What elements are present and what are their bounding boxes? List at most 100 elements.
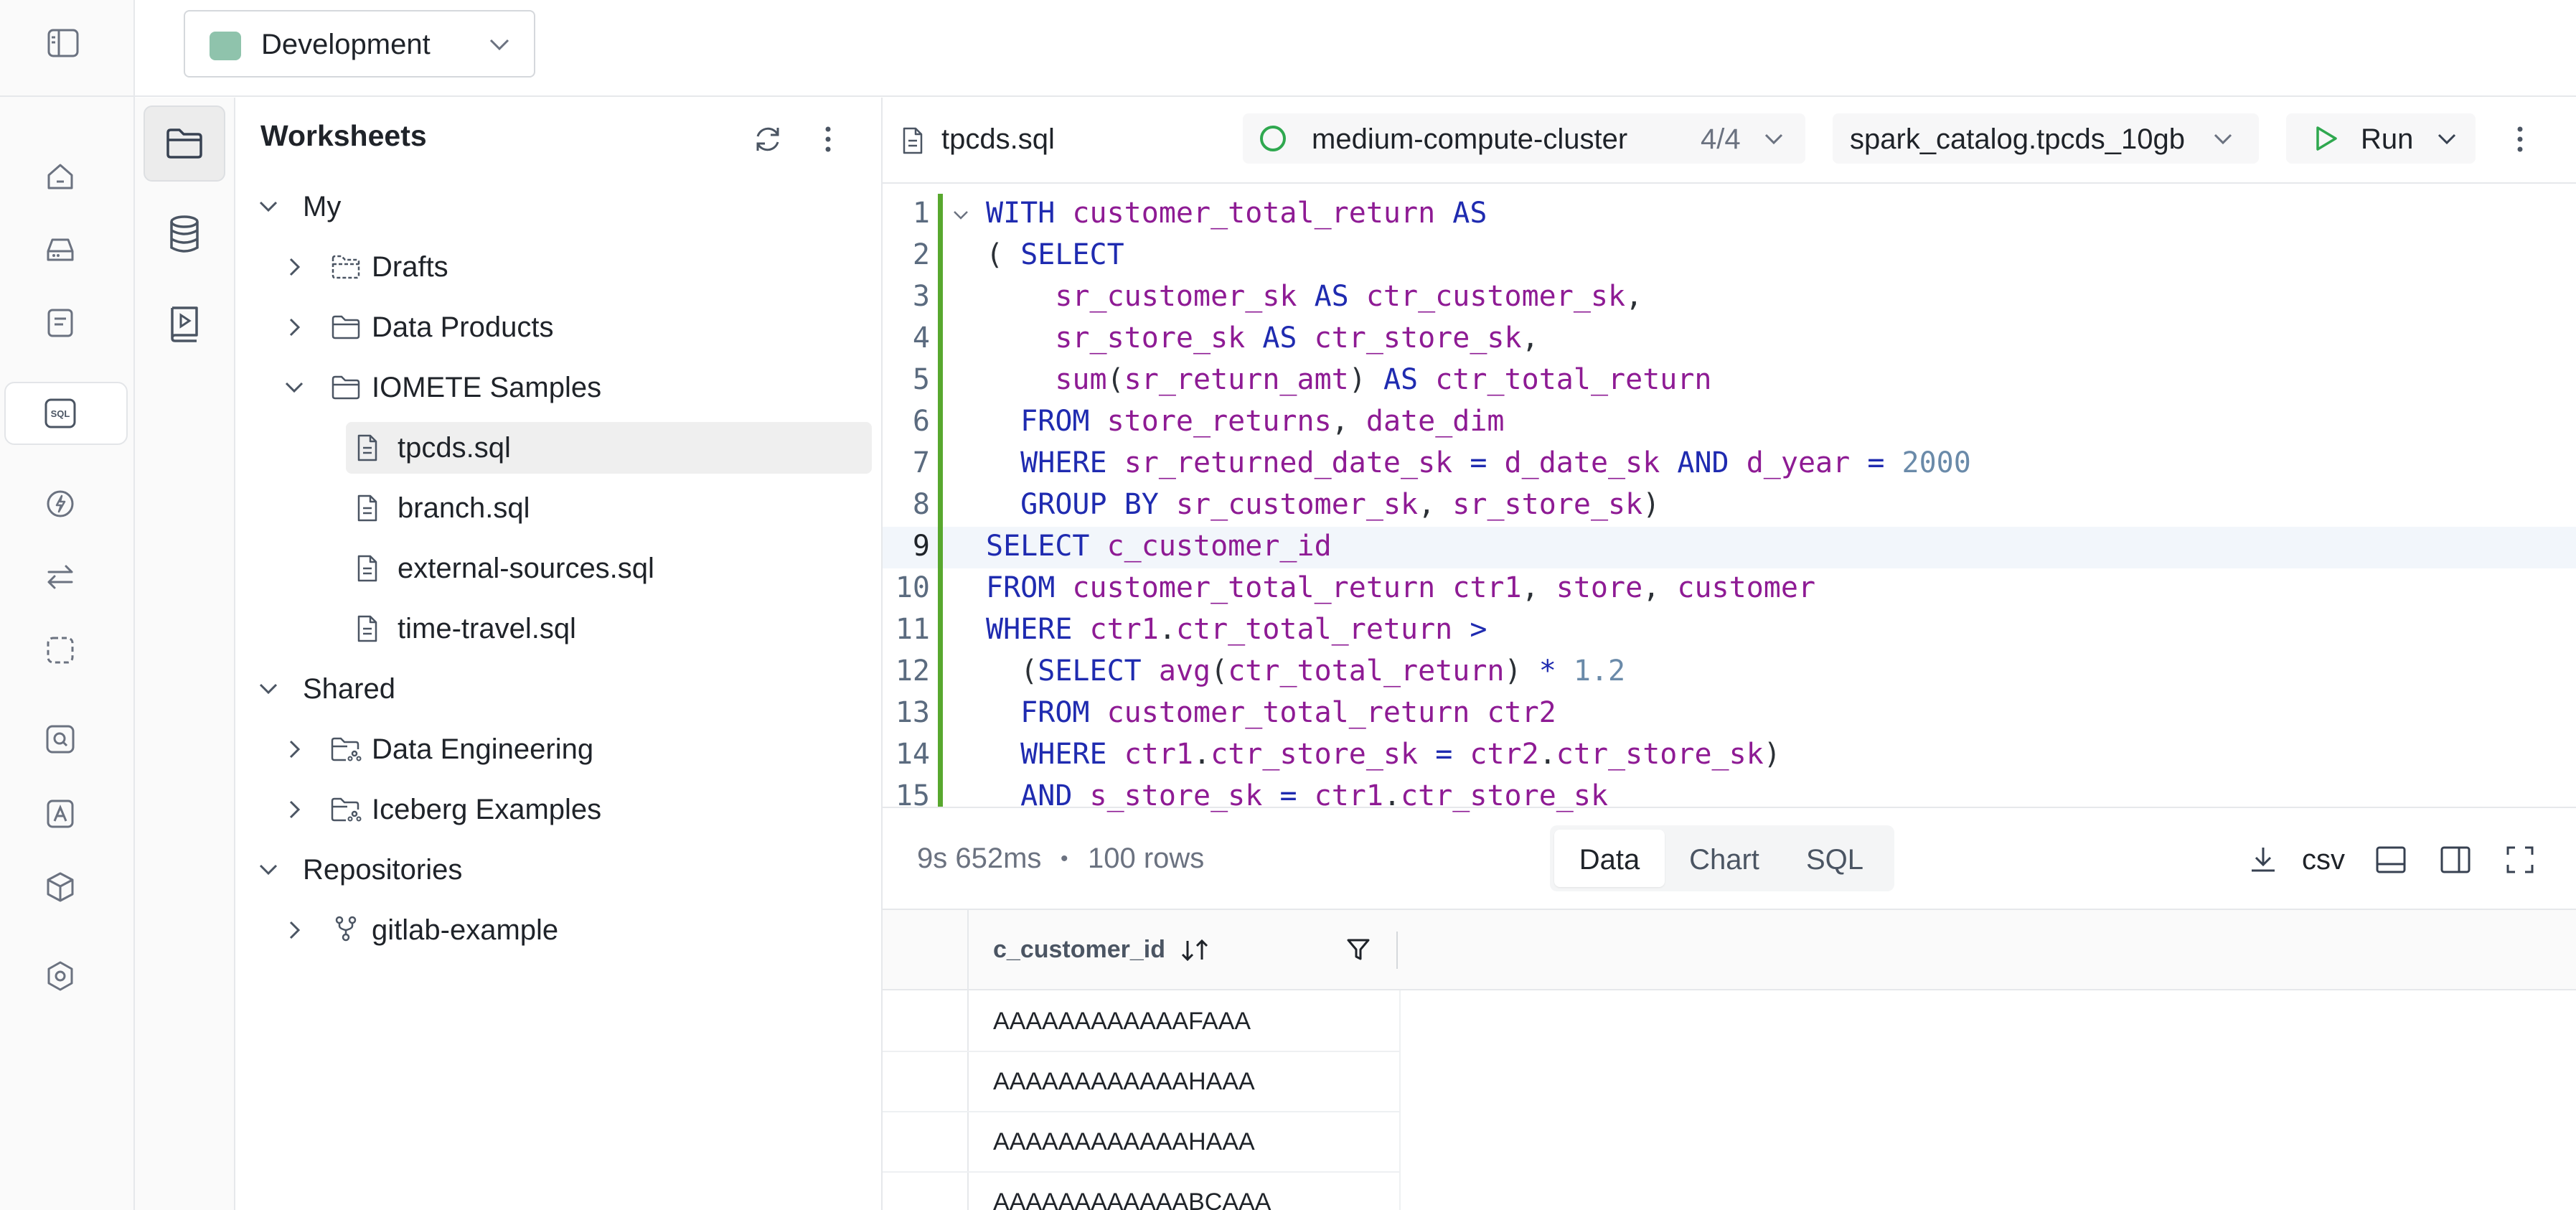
shared-folder-icon bbox=[330, 795, 362, 824]
folder-icon bbox=[330, 313, 362, 342]
fullscreen-icon[interactable] bbox=[2501, 841, 2539, 878]
tree-file-time-travel[interactable]: time-travel.sql bbox=[354, 603, 871, 655]
chevron-right-icon bbox=[284, 313, 306, 342]
settings-icon[interactable] bbox=[33, 949, 88, 1003]
code-line[interactable]: (SELECT avg(ctr_total_return) * 1.2 bbox=[986, 650, 1625, 692]
code-line[interactable]: FROM customer_total_return ctr2 bbox=[986, 692, 1556, 733]
tree-label: My bbox=[303, 191, 342, 222]
chevron-right-icon bbox=[284, 253, 306, 281]
column-header-c_customer_id[interactable]: c_customer_id bbox=[969, 910, 1396, 989]
tree-file-branch[interactable]: branch.sql bbox=[354, 482, 871, 534]
editor-file-name: tpcds.sql bbox=[941, 123, 1055, 155]
tree-file-tpcds[interactable]: tpcds.sql bbox=[354, 422, 871, 474]
run-button-group: Run bbox=[2286, 113, 2476, 164]
refresh-icon[interactable] bbox=[746, 118, 789, 161]
code-line[interactable]: WHERE sr_returned_date_sk = d_date_sk AN… bbox=[986, 442, 1971, 484]
layout-side-panel-icon[interactable] bbox=[2437, 841, 2474, 878]
table-row[interactable]: AAAAAAAAAAAAFAAA bbox=[883, 990, 1399, 1051]
code-line[interactable]: WHERE ctr1.ctr_total_return > bbox=[986, 609, 1487, 650]
column-resize-handle[interactable] bbox=[1396, 932, 1398, 969]
code-line[interactable]: ( SELECT bbox=[986, 234, 1124, 276]
chevron-right-icon bbox=[284, 735, 306, 764]
tutorial-book-icon[interactable] bbox=[161, 300, 208, 347]
storage-icon[interactable] bbox=[33, 222, 88, 277]
table-row[interactable]: AAAAAAAAAAAAHAAA bbox=[883, 1052, 1399, 1111]
filter-icon[interactable] bbox=[1343, 934, 1373, 965]
catalog-selector[interactable]: spark_catalog.tpcds_10gb bbox=[1833, 113, 2259, 164]
column-header-label: c_customer_id bbox=[993, 936, 1165, 963]
chevron-down-icon[interactable] bbox=[2430, 128, 2464, 151]
sort-icon[interactable] bbox=[1178, 936, 1211, 965]
environment-color-swatch bbox=[210, 32, 241, 60]
selection-icon[interactable] bbox=[33, 623, 88, 677]
line-number: 7 bbox=[912, 446, 930, 479]
file-icon bbox=[354, 492, 380, 524]
tab-chart[interactable]: Chart bbox=[1669, 830, 1780, 887]
line-number: 6 bbox=[912, 405, 930, 438]
tab-sql[interactable]: SQL bbox=[1780, 830, 1890, 887]
access-icon[interactable] bbox=[33, 787, 88, 841]
file-icon bbox=[354, 553, 380, 584]
tab-label: Chart bbox=[1689, 844, 1759, 876]
panel-title: Worksheets bbox=[260, 119, 427, 152]
package-icon[interactable] bbox=[33, 860, 88, 914]
code-line[interactable]: WHERE ctr1.ctr_store_sk = ctr2.ctr_store… bbox=[986, 733, 1781, 775]
query-search-icon[interactable] bbox=[33, 712, 88, 766]
run-button[interactable]: Run bbox=[2286, 113, 2427, 164]
tree-file-external-sources[interactable]: external-sources.sql bbox=[354, 543, 871, 594]
tree-repo-gitlab-example[interactable]: gitlab-example bbox=[280, 904, 875, 956]
environment-selector[interactable]: Development bbox=[184, 10, 535, 78]
cluster-status-indicator bbox=[1260, 126, 1286, 151]
transfer-icon[interactable] bbox=[33, 550, 88, 604]
code-line[interactable]: FROM store_returns, date_dim bbox=[986, 400, 1504, 442]
line-number: 5 bbox=[912, 363, 930, 396]
code-line[interactable]: SELECT c_customer_id bbox=[986, 525, 1332, 567]
tree-folder-drafts[interactable]: Drafts bbox=[280, 241, 875, 293]
sidebar-toggle-icon[interactable] bbox=[43, 23, 83, 63]
database-icon[interactable] bbox=[161, 211, 208, 258]
tree-folder-iomete-samples[interactable]: IOMETE Samples bbox=[280, 362, 875, 413]
chevron-right-icon bbox=[284, 795, 306, 824]
table-cell: AAAAAAAAAAAAFAAA bbox=[993, 1008, 1251, 1035]
tree-folder-data-products[interactable]: Data Products bbox=[280, 301, 875, 353]
line-number: 8 bbox=[912, 488, 930, 521]
code-line[interactable]: FROM customer_total_return ctr1, store, … bbox=[986, 567, 1815, 609]
tree-label: Data Products bbox=[372, 311, 554, 343]
home-icon[interactable] bbox=[33, 149, 88, 204]
fold-chevron-icon[interactable] bbox=[950, 207, 972, 224]
code-line[interactable]: sum(sr_return_amt) AS ctr_total_return bbox=[986, 359, 1711, 400]
code-line[interactable]: GROUP BY sr_customer_sk, sr_store_sk) bbox=[986, 484, 1660, 525]
notebook-icon[interactable] bbox=[33, 296, 88, 350]
cluster-selector[interactable]: medium-compute-cluster 4/4 bbox=[1243, 113, 1805, 164]
tree-label: Shared bbox=[303, 673, 395, 705]
line-number: 9 bbox=[912, 530, 930, 563]
table-row[interactable]: AAAAAAAAAAAABCAAA bbox=[883, 1173, 1399, 1210]
tree-group-my[interactable]: My bbox=[251, 181, 875, 233]
sql-editor-icon[interactable]: SQL bbox=[33, 386, 88, 441]
code-line[interactable]: sr_customer_sk AS ctr_customer_sk, bbox=[986, 276, 1642, 317]
query-duration: 9s 652ms bbox=[917, 843, 1042, 874]
jobs-icon[interactable] bbox=[33, 477, 88, 531]
table-row[interactable]: AAAAAAAAAAAAHAAA bbox=[883, 1112, 1399, 1171]
more-options-icon[interactable] bbox=[2506, 118, 2534, 161]
code-line[interactable]: AND s_store_sk = ctr1.ctr_store_sk bbox=[986, 775, 1608, 817]
export-csv-button[interactable]: csv bbox=[2246, 840, 2361, 880]
table-cell: AAAAAAAAAAAAHAAA bbox=[993, 1128, 1255, 1155]
more-options-icon[interactable] bbox=[814, 118, 842, 161]
meta-separator: • bbox=[1061, 847, 1068, 871]
tree-folder-iceberg-examples[interactable]: Iceberg Examples bbox=[280, 784, 875, 835]
tree-group-shared[interactable]: Shared bbox=[251, 663, 875, 715]
layout-bottom-panel-icon[interactable] bbox=[2372, 841, 2410, 878]
tree-folder-data-engineering[interactable]: Data Engineering bbox=[280, 723, 875, 775]
shared-folder-icon bbox=[330, 735, 362, 764]
export-label: csv bbox=[2302, 844, 2345, 876]
tree-label: Data Engineering bbox=[372, 733, 594, 765]
tab-data[interactable]: Data bbox=[1554, 830, 1665, 887]
git-branch-icon bbox=[330, 913, 362, 944]
tree-label: time-travel.sql bbox=[398, 613, 576, 644]
code-line[interactable]: WITH customer_total_return AS bbox=[986, 192, 1487, 234]
tree-group-repositories[interactable]: Repositories bbox=[251, 844, 875, 896]
run-label: Run bbox=[2361, 123, 2414, 155]
code-line[interactable]: sr_store_sk AS ctr_store_sk, bbox=[986, 317, 1538, 359]
workspace-rail bbox=[135, 98, 234, 1210]
